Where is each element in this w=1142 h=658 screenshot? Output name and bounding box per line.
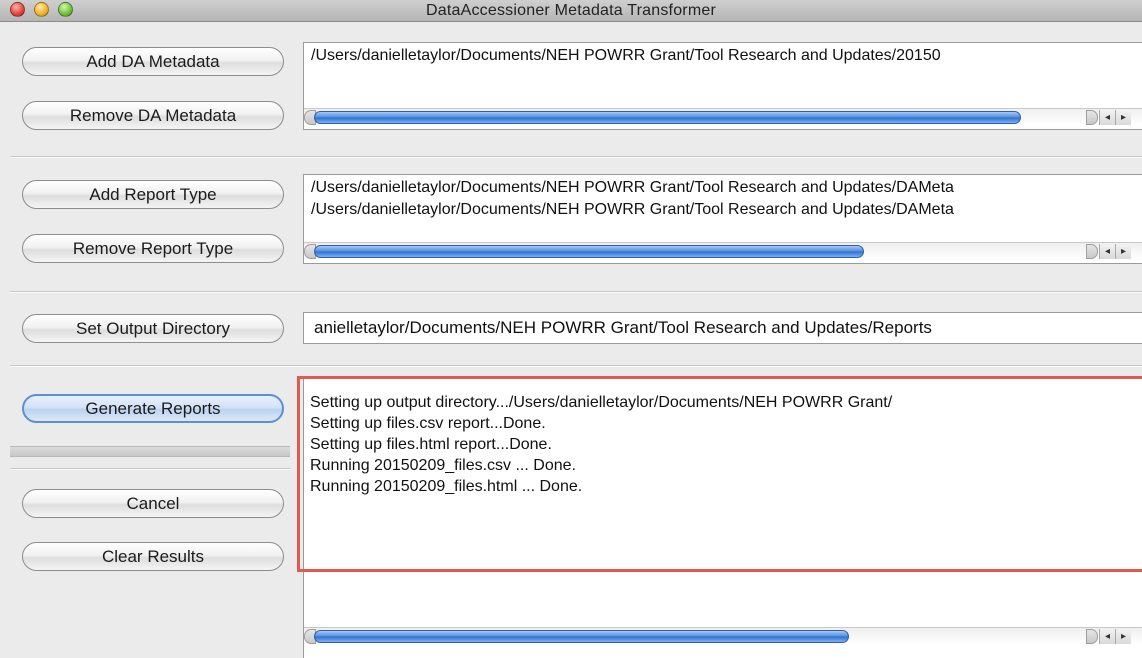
section-divider: [10, 468, 290, 470]
clear-results-button[interactable]: Clear Results: [22, 542, 284, 571]
results-hscrollbar[interactable]: ◂ ▸: [304, 627, 1142, 645]
result-line: Running 20150209_files.html ... Done.: [310, 478, 583, 495]
scroll-right-arrow-icon[interactable]: ▸: [1115, 629, 1131, 644]
scroll-right-arrow-icon[interactable]: ▸: [1115, 110, 1131, 125]
set-output-directory-button[interactable]: Set Output Directory: [22, 314, 284, 343]
cancel-button[interactable]: Cancel: [22, 489, 284, 518]
section-divider: [10, 156, 1142, 158]
result-line: Setting up output directory.../Users/dan…: [310, 394, 893, 411]
scroll-right-arrow-icon[interactable]: ▸: [1115, 244, 1131, 259]
scroll-left-arrow-icon[interactable]: ◂: [1099, 244, 1115, 259]
title-bar: DataAccessioner Metadata Transformer: [0, 0, 1142, 22]
results-output-area[interactable]: Setting up output directory.../Users/dan…: [303, 378, 1142, 658]
report-type-hscrollbar[interactable]: ◂ ▸: [304, 242, 1142, 260]
add-da-metadata-button[interactable]: Add DA Metadata: [22, 47, 284, 76]
list-item[interactable]: /Users/danielletaylor/Documents/NEH POWR…: [304, 177, 1142, 199]
scroll-thumb[interactable]: [314, 111, 1021, 124]
scroll-endcap-icon: [1086, 629, 1098, 644]
generate-reports-button[interactable]: Generate Reports: [22, 394, 284, 423]
section-divider: [10, 365, 1142, 367]
result-line: Setting up files.html report...Done.: [310, 436, 552, 453]
scroll-left-arrow-icon[interactable]: ◂: [1099, 629, 1115, 644]
result-line: Setting up files.csv report...Done.: [310, 415, 546, 432]
scroll-endcap-icon: [1086, 110, 1098, 125]
scroll-thumb[interactable]: [314, 245, 864, 258]
app-window: DataAccessioner Metadata Transformer Add…: [0, 0, 1142, 658]
da-metadata-hscrollbar[interactable]: ◂ ▸: [304, 108, 1142, 126]
scroll-endcap-icon: [1086, 244, 1098, 259]
scroll-thumb[interactable]: [314, 630, 849, 643]
add-report-type-button[interactable]: Add Report Type: [22, 180, 284, 209]
da-metadata-list[interactable]: /Users/danielletaylor/Documents/NEH POWR…: [303, 42, 1142, 130]
window-title: DataAccessioner Metadata Transformer: [426, 2, 716, 19]
scroll-left-arrow-icon[interactable]: ◂: [1099, 110, 1115, 125]
remove-da-metadata-button[interactable]: Remove DA Metadata: [22, 101, 284, 130]
split-pane-divider[interactable]: [10, 446, 290, 457]
remove-report-type-button[interactable]: Remove Report Type: [22, 234, 284, 263]
report-type-list[interactable]: /Users/danielletaylor/Documents/NEH POWR…: [303, 174, 1142, 264]
list-item[interactable]: /Users/danielletaylor/Documents/NEH POWR…: [304, 199, 1142, 221]
result-line: Running 20150209_files.csv ... Done.: [310, 457, 576, 474]
output-directory-field[interactable]: anielletaylor/Documents/NEH POWRR Grant/…: [303, 312, 1142, 344]
section-divider: [10, 291, 1142, 293]
list-item[interactable]: /Users/danielletaylor/Documents/NEH POWR…: [304, 45, 1142, 67]
